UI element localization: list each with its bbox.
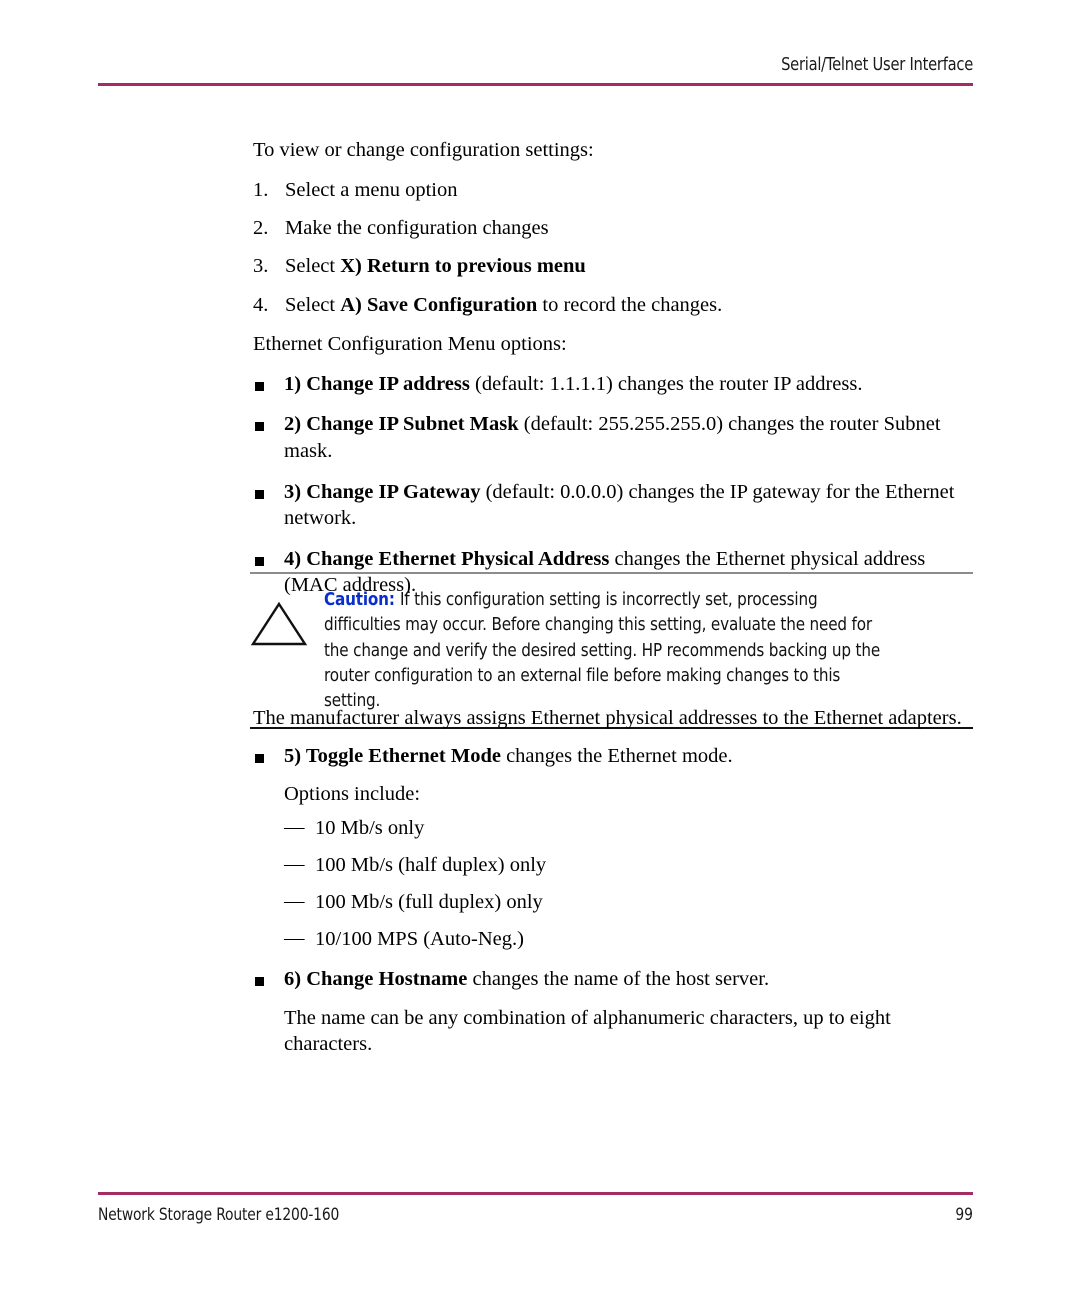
dash-mark: — [284, 926, 305, 949]
hostname-note: The name can be any combination of alpha… [284, 1007, 891, 1056]
mode-label: 100 Mb/s (full duplex) only [315, 890, 543, 913]
document-page: Serial/Telnet User Interface To view or … [0, 0, 1080, 1296]
ethernet-mode-list: — 10 Mb/s only — 100 Mb/s (half duplex) on… [284, 816, 979, 952]
mode-label: 100 Mb/s (half duplex) only [315, 853, 547, 876]
procedure-step: 1. Select a menu option [253, 177, 979, 203]
page-content-lower: The manufacturer always assigns Ethernet… [253, 705, 979, 1058]
procedure-step: 4. Select A) Save Configuration to record… [253, 292, 979, 318]
dash-mark: — [284, 816, 305, 839]
step-number: 2. [253, 217, 269, 240]
step-number: 1. [253, 178, 269, 201]
option-label: 4) Change Ethernet Physical Address [284, 547, 610, 570]
option-label: 5) Toggle Ethernet Mode [284, 745, 501, 768]
ethernet-options-list-bottom: 5) Toggle Ethernet Mode changes the Ethe… [253, 743, 979, 1057]
procedure-list: 1. Select a menu option 2. Make the config… [253, 177, 979, 318]
mode-item: — 10/100 MPS (Auto-Neg.) [284, 927, 979, 953]
option-item: 3) Change IP Gateway (default: 0.0.0.0) … [253, 479, 979, 532]
step-number: 3. [253, 255, 269, 278]
step-text-pre: Make the configuration changes [285, 217, 549, 240]
dash-mark: — [284, 852, 305, 875]
page-content: To view or change configuration settings… [253, 138, 979, 613]
caution-message: If this configuration setting is incorre… [324, 590, 881, 712]
footer-page-number: 99 [955, 1205, 973, 1224]
option-description: changes the Ethernet mode. [500, 745, 733, 768]
mode-label: 10/100 MPS (Auto-Neg.) [315, 927, 524, 950]
caution-body: Caution: If this configuration setting is… [250, 574, 973, 727]
dash-mark: — [284, 889, 305, 912]
warning-triangle-icon [250, 588, 324, 648]
option-label: 2) Change IP Subnet Mask [284, 413, 519, 436]
intro-paragraph: To view or change configuration settings… [253, 139, 594, 161]
step-text-pre: Select [285, 293, 341, 316]
mode-item: — 100 Mb/s (full duplex) only [284, 890, 979, 916]
caution-label: Caution: [324, 590, 395, 610]
option-label: 1) Change IP address [284, 372, 470, 395]
mode-item: — 10 Mb/s only [284, 816, 979, 842]
caution-text-block: Caution: If this configuration setting is… [324, 588, 885, 715]
option-description: changes the name of the host server. [467, 968, 770, 991]
option-item: 6) Change Hostname changes the name of t… [253, 966, 979, 1057]
ethernet-options-list-top: 1) Change IP address (default: 1.1.1.1) … [253, 371, 979, 599]
procedure-step: 3. Select X) Return to previous menu [253, 253, 979, 279]
menu-options-lead: Ethernet Configuration Menu options: [253, 332, 567, 355]
step-text-post: to record the changes. [537, 293, 723, 316]
mode-item: — 100 Mb/s (half duplex) only [284, 853, 979, 879]
option-item: 1) Change IP address (default: 1.1.1.1) … [253, 371, 979, 398]
procedure-step: 2. Make the configuration changes [253, 215, 979, 241]
step-text-pre: Select a menu option [285, 178, 458, 201]
page-footer: Network Storage Router e1200-160 99 [98, 1192, 973, 1224]
option-label: 6) Change Hostname [284, 968, 468, 991]
footer-rule [98, 1192, 973, 1195]
option-description: (default: 1.1.1.1) changes the router IP… [469, 372, 863, 395]
option-item: 5) Toggle Ethernet Mode changes the Ethe… [253, 743, 979, 952]
step-text-bold: X) Return to previous menu [340, 255, 586, 278]
footer-row: Network Storage Router e1200-160 99 [98, 1205, 973, 1224]
option-item: 2) Change IP Subnet Mask (default: 255.2… [253, 411, 979, 464]
mode-options-lead: Options include: [284, 782, 421, 805]
header-rule [98, 83, 973, 86]
step-text-pre: Select [285, 255, 341, 278]
step-text-bold: A) Save Configuration [340, 293, 538, 316]
manufacturer-note: The manufacturer always assigns Ethernet… [253, 707, 962, 729]
mode-label: 10 Mb/s only [315, 817, 425, 840]
page-header: Serial/Telnet User Interface [98, 55, 973, 86]
step-number: 4. [253, 293, 269, 316]
header-title: Serial/Telnet User Interface [781, 55, 973, 75]
footer-document-title: Network Storage Router e1200-160 [98, 1205, 340, 1224]
option-label: 3) Change IP Gateway [284, 480, 481, 503]
